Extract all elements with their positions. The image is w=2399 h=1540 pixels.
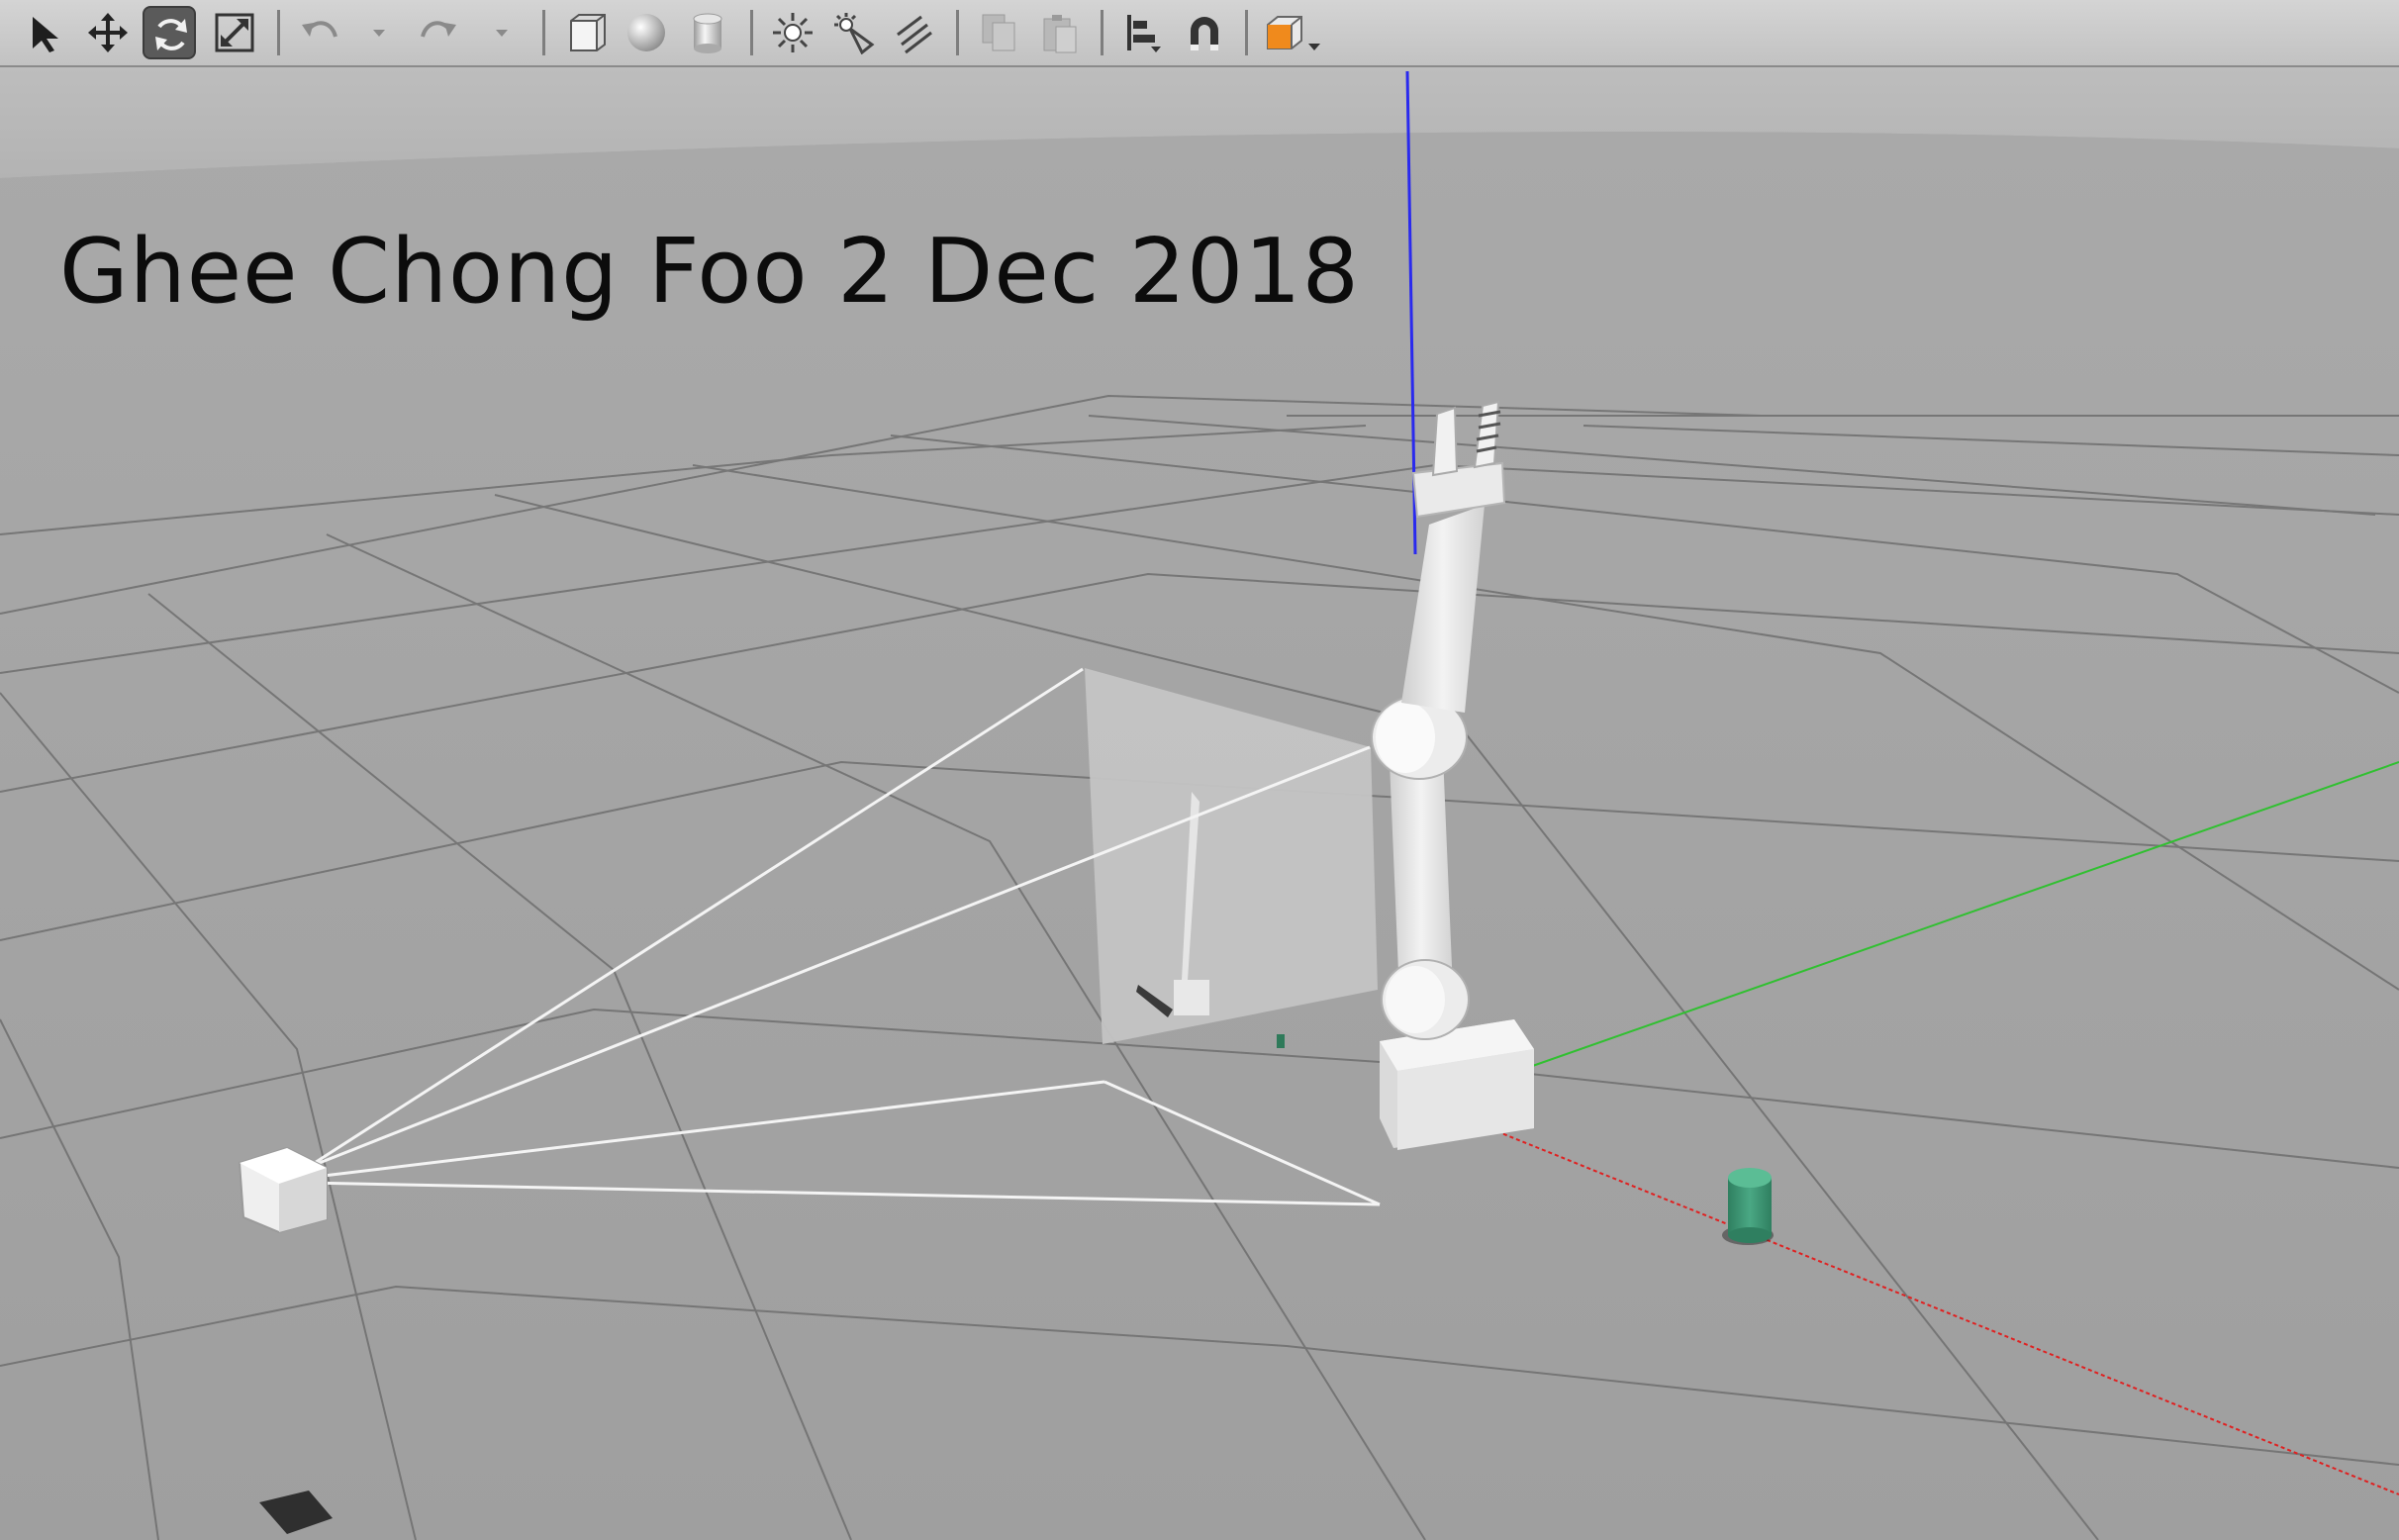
cylinder-shape-icon[interactable]	[681, 6, 734, 59]
toolbar-separator	[542, 10, 545, 55]
scene-viewport[interactable]: Ghee Chong Foo 2 Dec 2018	[0, 67, 2399, 1540]
toolbar-separator	[1101, 10, 1104, 55]
spot-light-icon[interactable]	[827, 6, 881, 59]
copy-icon[interactable]	[972, 6, 1025, 59]
select-arrow-icon[interactable]	[20, 6, 73, 59]
rotate-icon[interactable]	[143, 6, 196, 59]
toolbar-separator	[750, 10, 753, 55]
view-angle-dropdown-icon[interactable]	[1304, 8, 1326, 57]
box-shape-icon[interactable]	[560, 6, 614, 59]
align-icon[interactable]	[1116, 6, 1170, 59]
green-cylinder	[1722, 1168, 1774, 1245]
point-light-icon[interactable]	[766, 6, 819, 59]
undo-icon[interactable]	[293, 6, 346, 59]
paste-icon[interactable]	[1033, 6, 1087, 59]
redo-dropdown-icon[interactable]	[491, 8, 513, 57]
camera-preview-base	[1174, 980, 1209, 1015]
toolbar-separator	[956, 10, 959, 55]
sphere-shape-icon[interactable]	[620, 6, 673, 59]
screenshot-caption: Ghee Chong Foo 2 Dec 2018	[59, 220, 1360, 324]
snap-magnet-icon[interactable]	[1178, 6, 1231, 59]
directional-light-icon[interactable]	[887, 6, 940, 59]
camera-preview-cylinder	[1277, 1034, 1285, 1048]
undo-dropdown-icon[interactable]	[368, 8, 390, 57]
redo-icon[interactable]	[412, 6, 465, 59]
translate-icon[interactable]	[81, 6, 135, 59]
camera-sensor-box	[238, 1146, 328, 1234]
scale-icon[interactable]	[208, 6, 261, 59]
toolbar	[0, 0, 2399, 67]
toolbar-separator	[1245, 10, 1248, 55]
toolbar-separator	[277, 10, 280, 55]
